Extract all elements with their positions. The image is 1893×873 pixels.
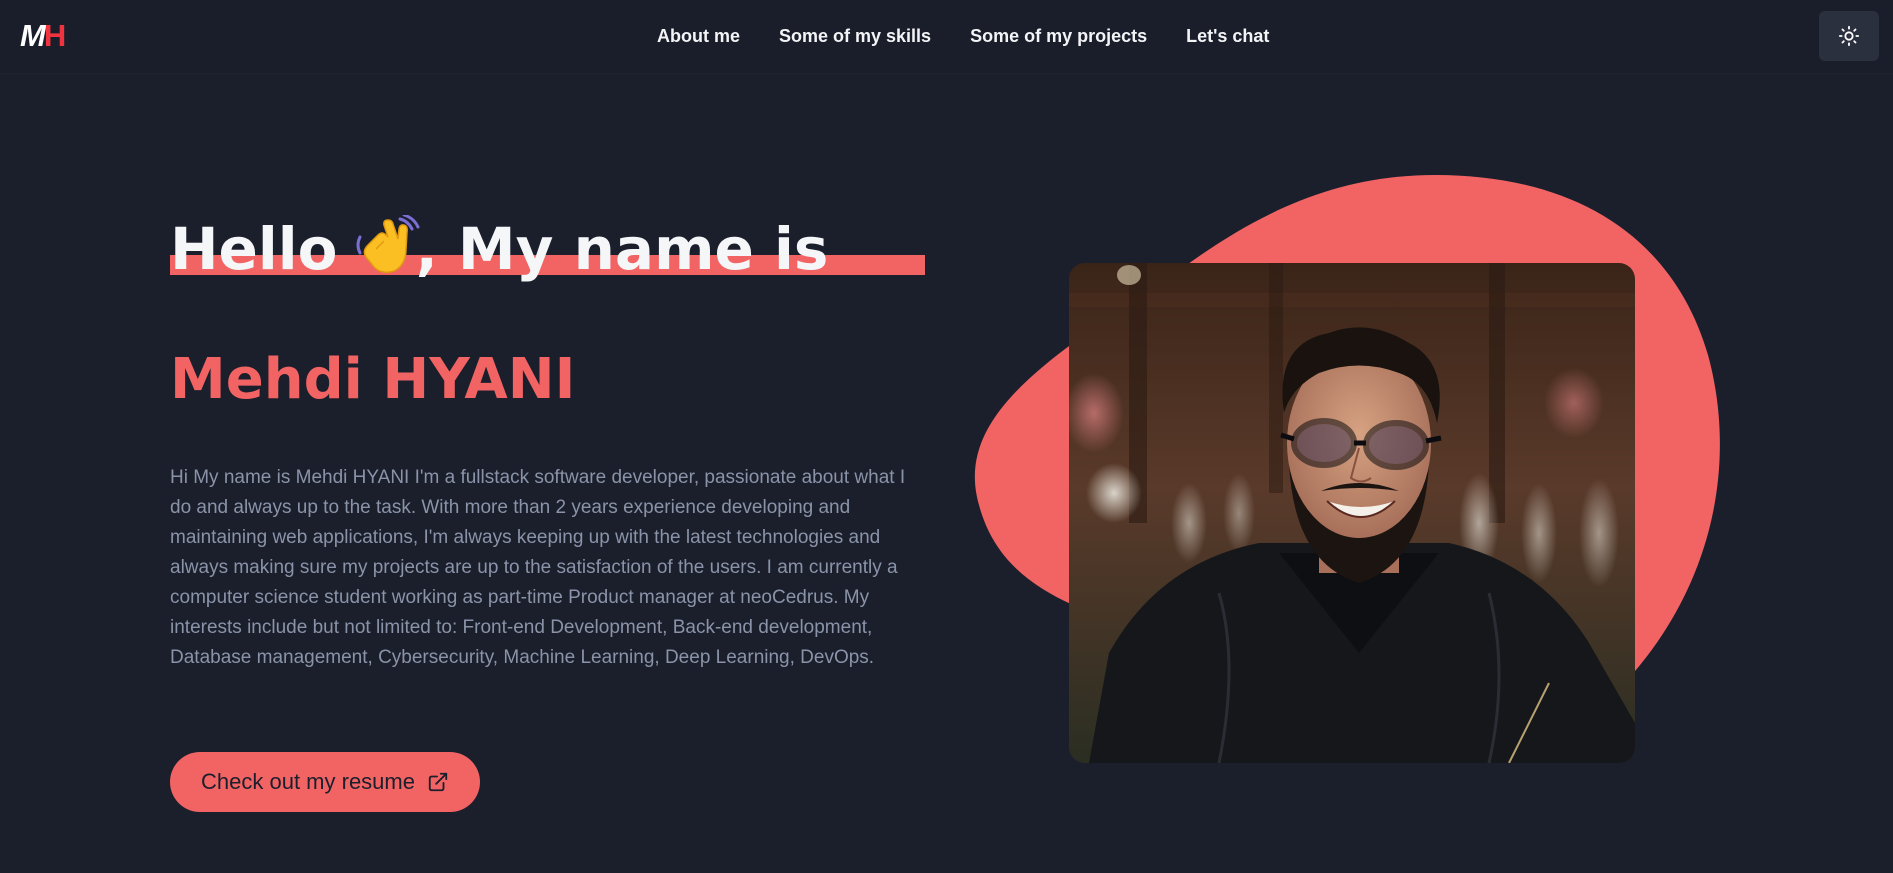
resume-button[interactable]: Check out my resume bbox=[170, 752, 480, 812]
hero-name: Mehdi HYANI bbox=[170, 347, 576, 412]
hero-greeting: Hello , My name is bbox=[170, 214, 828, 284]
hero-bio: Hi My name is Mehdi HYANI I'm a fullstac… bbox=[170, 467, 906, 668]
theme-toggle-button[interactable] bbox=[1819, 11, 1879, 61]
waving-hand-icon bbox=[356, 215, 420, 274]
external-link-icon bbox=[428, 772, 448, 792]
portrait-illustration bbox=[1069, 263, 1635, 763]
logo-letter-m: M bbox=[20, 18, 46, 53]
site-logo[interactable]: MH bbox=[20, 18, 66, 53]
sun-icon bbox=[1838, 25, 1860, 47]
greeting-rest: , My name is bbox=[415, 215, 829, 283]
logo-letter-h: H bbox=[43, 18, 66, 53]
nav-link-projects[interactable]: Some of my projects bbox=[970, 26, 1147, 47]
profile-photo bbox=[1069, 263, 1635, 763]
resume-button-label: Check out my resume bbox=[201, 769, 415, 794]
navbar: MH About me Some of my skills Some of my… bbox=[0, 0, 1893, 74]
nav-link-skills[interactable]: Some of my skills bbox=[779, 26, 931, 47]
nav-links: About me Some of my skills Some of my pr… bbox=[657, 26, 1269, 47]
nav-link-about-me[interactable]: About me bbox=[657, 26, 740, 47]
nav-link-lets-chat[interactable]: Let's chat bbox=[1186, 26, 1269, 47]
greeting-hello: Hello bbox=[170, 215, 338, 283]
